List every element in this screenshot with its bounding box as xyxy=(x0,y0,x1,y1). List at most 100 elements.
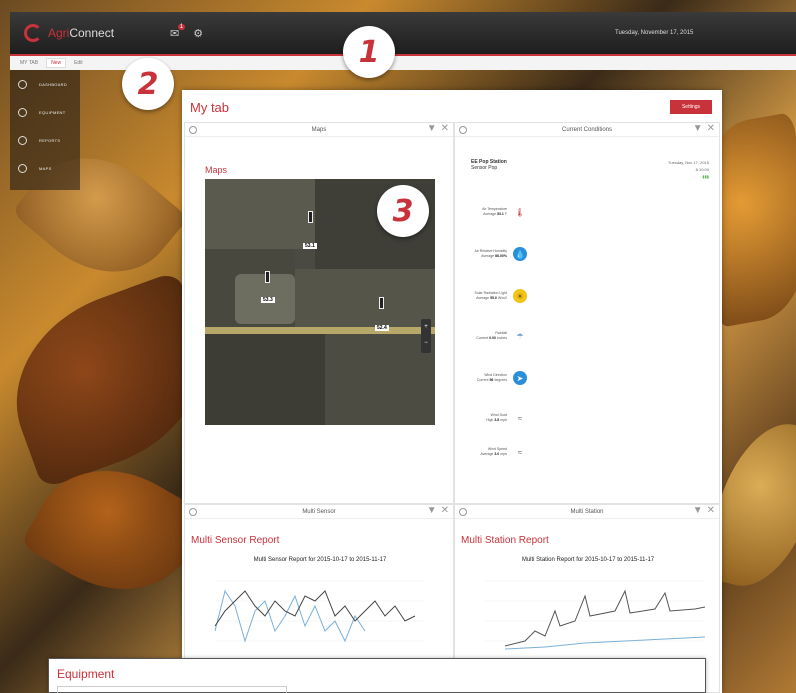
breadcrumb-edit[interactable]: Edit xyxy=(74,60,83,66)
sidebar: DASHBOARD EQUIPMENT REPORTS MAPS xyxy=(10,70,80,190)
condition-row: Air Temperature Average 53.1 F 🌡 xyxy=(469,205,527,219)
wind-direction-icon: ➤ xyxy=(513,371,527,385)
condition-row: Wind Direction Current 56 degrees ➤ xyxy=(469,371,527,385)
condition-text: Wind Direction Current 56 degrees xyxy=(476,373,507,382)
drag-handle-icon[interactable] xyxy=(459,126,467,134)
callout-badge-1: 1 xyxy=(343,26,395,78)
report-subtitle: Multi Sensor Report for 2015-10-17 to 20… xyxy=(253,557,387,563)
wind-gust-icon: ≈ xyxy=(517,413,523,423)
app-logo[interactable]: AgriConnect xyxy=(24,24,154,42)
drag-handle-icon[interactable] xyxy=(189,126,197,134)
signal-icon: ▮▮▮ xyxy=(702,174,709,179)
widget-header-title: Maps xyxy=(311,126,327,133)
alerts-badge: 1 xyxy=(177,23,186,30)
station-subtitle: Sensor Pop xyxy=(471,165,498,171)
sidebar-item-equipment[interactable]: EQUIPMENT xyxy=(10,98,80,126)
callout-badge-3: 3 xyxy=(377,185,429,237)
condition-row: Solar Radiation Light Average 55.0 W/m2 … xyxy=(469,289,527,303)
sidebar-item-label: DASHBOARD xyxy=(39,81,68,87)
close-icon[interactable]: ✕ xyxy=(441,123,449,134)
close-icon[interactable]: ✕ xyxy=(441,505,449,516)
zoom-out-icon[interactable]: − xyxy=(421,335,431,351)
sidebar-item-dashboard[interactable]: DASHBOARD xyxy=(10,70,80,98)
condition-text: Air Temperature Average 53.1 F xyxy=(482,207,507,216)
equipment-panel: Equipment xyxy=(48,658,706,693)
settings-button[interactable]: Settings xyxy=(670,100,712,114)
drag-handle-icon[interactable] xyxy=(459,508,467,516)
settings-icon[interactable]: ⚙ xyxy=(193,27,203,40)
map-pin-icon[interactable] xyxy=(308,211,313,223)
widget-controls: ▼ ✕ xyxy=(427,123,449,134)
widget-header: Multi Station ▼ ✕ xyxy=(455,505,719,519)
condition-row: Wind Gust High 3.8 mph ≈ xyxy=(469,411,527,425)
multi-sensor-chart[interactable] xyxy=(195,571,445,651)
filter-icon[interactable]: ▼ xyxy=(427,505,437,516)
multi-station-chart[interactable] xyxy=(465,571,715,651)
logo-text: AgriConnect xyxy=(48,26,115,40)
condition-text: Rainfall Current 0.00 inches xyxy=(476,331,507,340)
conditions-timestamp: Tuesday, Nov 17, 2015 8:10:00 ▮▮▮ xyxy=(668,159,709,180)
map-pin-label: 52.4 xyxy=(375,325,389,331)
maps-widget: Maps ▼ ✕ Maps 53.1 53.3 52.4 + − xyxy=(184,122,454,504)
close-icon[interactable]: ✕ xyxy=(707,505,715,516)
condition-row: Wind Speed Average 3.0 mph ≈ xyxy=(469,445,527,459)
map-road xyxy=(205,327,435,334)
wind-speed-icon: ≈ xyxy=(517,447,523,457)
map-pin-label: 53.3 xyxy=(261,297,275,303)
widget-header-title: Current Conditions xyxy=(561,126,613,133)
humidity-icon: 💧 xyxy=(513,247,527,261)
widget-controls: ▼ ✕ xyxy=(693,123,715,134)
sidebar-item-maps[interactable]: MAPS xyxy=(10,154,80,182)
zoom-control[interactable]: + − xyxy=(421,319,431,353)
callout-badge-2: 2 xyxy=(122,58,174,110)
page-title: My tab xyxy=(190,100,230,115)
map-field xyxy=(295,269,435,327)
widget-header-title: Multi Station xyxy=(570,508,604,515)
sidebar-item-label: REPORTS xyxy=(39,137,61,143)
widget-controls: ▼ ✕ xyxy=(427,505,449,516)
equipment-icon xyxy=(18,107,27,117)
equipment-search-input[interactable] xyxy=(57,686,287,693)
current-date: Tuesday, November 17, 2015 xyxy=(615,30,694,36)
map-pin-icon[interactable] xyxy=(265,271,270,283)
condition-text: Solar Radiation Light Average 55.0 W/m2 xyxy=(474,291,508,300)
current-conditions-widget: Current Conditions ▼ ✕ EE Pop Station Se… xyxy=(454,122,720,504)
report-subtitle: Multi Station Report for 2015-10-17 to 2… xyxy=(521,557,655,563)
map-pin-label: 53.1 xyxy=(303,243,317,249)
widget-header: Multi Sensor ▼ ✕ xyxy=(185,505,453,519)
sidebar-item-label: MAPS xyxy=(39,165,52,171)
map-field xyxy=(205,334,325,425)
station-info: EE Pop Station Sensor Pop xyxy=(471,159,507,171)
condition-text: Wind Speed Average 3.0 mph xyxy=(480,447,507,456)
condition-text: Wind Gust High 3.8 mph xyxy=(486,413,507,422)
top-icons: ✉ 1 ⚙ xyxy=(170,23,203,40)
report-title: Multi Station Report xyxy=(461,535,549,546)
report-title: Multi Sensor Report xyxy=(191,535,280,546)
filter-icon[interactable]: ▼ xyxy=(693,505,703,516)
conditions-date: Tuesday, Nov 17, 2015 xyxy=(668,160,709,165)
map-field xyxy=(325,334,435,425)
close-icon[interactable]: ✕ xyxy=(707,123,715,134)
reports-icon xyxy=(18,135,27,145)
breadcrumb-my-tab[interactable]: MY TAB xyxy=(20,60,38,66)
dashboard-icon xyxy=(18,79,27,89)
alerts-icon[interactable]: ✉ 1 xyxy=(170,23,186,40)
filter-icon[interactable]: ▼ xyxy=(427,123,437,134)
maps-icon xyxy=(18,163,27,173)
map-field xyxy=(205,179,315,249)
conditions-time: 8:10:00 xyxy=(695,167,709,172)
drag-handle-icon[interactable] xyxy=(189,508,197,516)
breadcrumb-new[interactable]: New xyxy=(46,58,67,68)
widget-header: Maps ▼ ✕ xyxy=(185,123,453,137)
filter-icon[interactable]: ▼ xyxy=(693,123,703,134)
condition-text: Air Relative Humidity Average 86.00% xyxy=(474,249,507,258)
logo-icon xyxy=(24,24,42,42)
sun-icon: ☀ xyxy=(513,289,527,303)
widget-header: Current Conditions ▼ ✕ xyxy=(455,123,719,137)
top-bar: AgriConnect ✉ 1 ⚙ Tuesday, November 17, 2… xyxy=(10,12,796,54)
widget-title: Maps xyxy=(205,165,228,175)
condition-row: Air Relative Humidity Average 86.00% 💧 xyxy=(469,247,527,261)
sidebar-item-reports[interactable]: REPORTS xyxy=(10,126,80,154)
map-pin-icon[interactable] xyxy=(379,297,384,309)
zoom-in-icon[interactable]: + xyxy=(421,319,431,335)
